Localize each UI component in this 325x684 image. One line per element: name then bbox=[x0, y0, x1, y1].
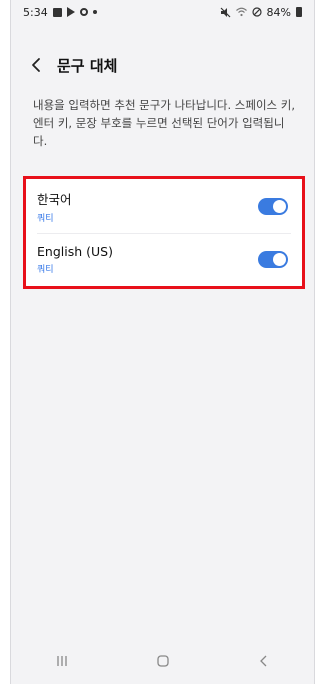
chevron-left-icon bbox=[32, 58, 40, 72]
english-toggle[interactable] bbox=[258, 251, 288, 268]
language-row-english[interactable]: English (US) 쿼티 bbox=[23, 232, 305, 287]
language-row-korean[interactable]: 한국어 쿼티 bbox=[23, 179, 305, 234]
gallery-notification-icon bbox=[52, 7, 62, 17]
language-list-card: 한국어 쿼티 English (US) 쿼티 bbox=[23, 176, 305, 289]
dnd-icon bbox=[251, 7, 262, 17]
navigation-bar bbox=[11, 638, 314, 684]
status-left: 5:34 bbox=[23, 6, 97, 19]
home-icon bbox=[156, 655, 169, 667]
page-title: 문구 대체 bbox=[57, 56, 118, 75]
nav-back-button[interactable] bbox=[244, 646, 284, 676]
more-notifications-icon bbox=[92, 10, 97, 14]
language-name: English (US) bbox=[37, 244, 113, 259]
recent-apps-button[interactable] bbox=[42, 646, 82, 676]
language-row-text: 한국어 쿼티 bbox=[37, 189, 72, 224]
recent-apps-icon bbox=[56, 656, 67, 666]
korean-toggle[interactable] bbox=[258, 198, 288, 215]
status-right: 84% bbox=[220, 6, 302, 19]
mute-icon bbox=[220, 7, 230, 17]
header: 문구 대체 bbox=[11, 50, 314, 80]
back-button[interactable] bbox=[25, 54, 47, 76]
play-notification-icon bbox=[66, 7, 75, 17]
toggle-knob bbox=[273, 200, 286, 213]
toggle-knob bbox=[273, 253, 286, 266]
language-row-text: English (US) 쿼티 bbox=[37, 244, 113, 275]
description-text: 내용을 입력하면 추천 문구가 나타납니다. 스페이스 키, 엔터 키, 문장 … bbox=[33, 98, 296, 148]
status-bar: 5:34 84% bbox=[11, 0, 314, 24]
settings-notification-icon bbox=[79, 8, 88, 16]
keyboard-layout: 쿼티 bbox=[37, 214, 54, 224]
phone-screen: 5:34 84% 문구 대체 내용을 입력하면 추천 문구가 나타납니다. 스페… bbox=[10, 0, 315, 684]
battery-percent: 84% bbox=[266, 5, 291, 19]
battery-icon bbox=[296, 7, 302, 17]
home-button[interactable] bbox=[143, 646, 183, 676]
keyboard-layout: 쿼티 bbox=[37, 265, 54, 275]
status-time: 5:34 bbox=[23, 5, 48, 19]
language-name: 한국어 bbox=[37, 192, 72, 207]
wifi-icon bbox=[235, 7, 247, 17]
nav-back-icon bbox=[259, 655, 266, 667]
